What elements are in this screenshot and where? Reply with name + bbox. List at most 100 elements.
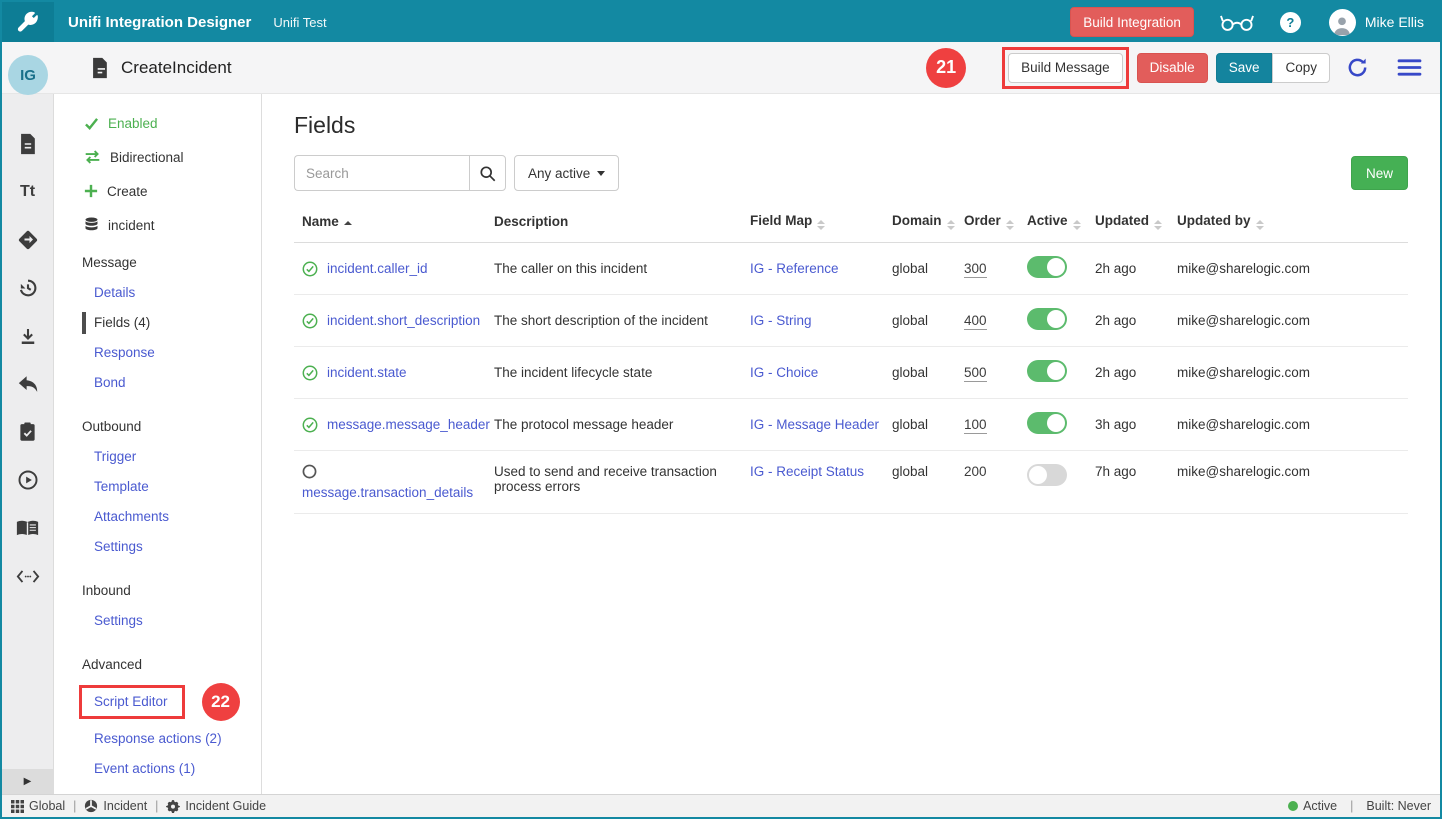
- tasks-icon[interactable]: [2, 408, 54, 456]
- environment-name: Unifi Test: [273, 15, 326, 30]
- statusbar-item-global[interactable]: Global: [11, 799, 65, 813]
- help-icon[interactable]: ?: [1280, 12, 1301, 33]
- book-icon[interactable]: [2, 504, 54, 552]
- new-button[interactable]: New: [1351, 156, 1408, 190]
- user-avatar-icon[interactable]: [1329, 9, 1356, 36]
- field-map-link[interactable]: IG - Choice: [750, 365, 818, 380]
- glasses-icon[interactable]: [1220, 13, 1254, 32]
- updated-value: 7h ago: [1095, 451, 1177, 514]
- col-header-description[interactable]: Description: [494, 201, 750, 243]
- col-header-field-map[interactable]: Field Map: [750, 201, 892, 243]
- field-name-link[interactable]: message.transaction_details: [302, 485, 473, 500]
- code-icon[interactable]: [2, 552, 54, 600]
- directions-icon[interactable]: [2, 216, 54, 264]
- nav-item-template[interactable]: Template: [54, 472, 261, 502]
- text-format-icon[interactable]: Tt: [2, 168, 54, 216]
- chevron-right-icon: ▶: [24, 776, 32, 787]
- save-button[interactable]: Save: [1216, 53, 1273, 83]
- built-status-label: Built: Never: [1366, 799, 1431, 813]
- field-map-link[interactable]: IG - String: [750, 313, 812, 328]
- statusbar-item-incident[interactable]: Incident: [84, 799, 147, 813]
- search-icon: [479, 165, 496, 182]
- table-row: incident.short_description The short des…: [294, 295, 1408, 347]
- order-value[interactable]: 500: [964, 365, 987, 382]
- active-filter-dropdown[interactable]: Any active: [514, 155, 619, 191]
- field-description: The caller on this incident: [494, 243, 750, 295]
- build-message-button[interactable]: Build Message: [1008, 53, 1123, 83]
- menu-icon[interactable]: [1397, 58, 1422, 77]
- nav-item-inbound-settings[interactable]: Settings: [54, 606, 261, 636]
- col-header-domain[interactable]: Domain: [892, 201, 964, 243]
- status-bidirectional: Bidirectional: [54, 140, 261, 174]
- updated-value: 3h ago: [1095, 399, 1177, 451]
- chevron-down-icon: [597, 171, 605, 176]
- col-header-active[interactable]: Active: [1027, 201, 1095, 243]
- order-value[interactable]: 400: [964, 313, 987, 330]
- history-icon[interactable]: [2, 264, 54, 312]
- reply-icon[interactable]: [2, 360, 54, 408]
- field-name-link[interactable]: incident.short_description: [327, 313, 480, 328]
- top-navbar: Unifi Integration Designer Unifi Test Bu…: [2, 2, 1440, 42]
- fields-table: Name Description Field Map Domain Order …: [294, 201, 1408, 514]
- field-name-link[interactable]: incident.caller_id: [327, 261, 428, 276]
- updated-by-value: mike@sharelogic.com: [1177, 243, 1408, 295]
- active-toggle[interactable]: [1027, 308, 1067, 330]
- active-toggle[interactable]: [1027, 360, 1067, 382]
- search-button[interactable]: [469, 155, 506, 191]
- active-toggle[interactable]: [1027, 256, 1067, 278]
- nav-section-advanced: Advanced: [54, 650, 261, 680]
- active-toggle[interactable]: [1027, 464, 1067, 486]
- user-name[interactable]: Mike Ellis: [1365, 14, 1424, 30]
- main-content: Fields Any active New Name D: [262, 94, 1440, 794]
- document-icon: [90, 57, 109, 79]
- field-name-link[interactable]: message.message_header: [327, 417, 490, 432]
- updated-value: 2h ago: [1095, 347, 1177, 399]
- record-toolbar: CreateIncident 21 Build Message Disable …: [2, 42, 1440, 94]
- nav-item-script-editor[interactable]: Script Editor: [94, 690, 168, 714]
- col-header-updated-by[interactable]: Updated by: [1177, 201, 1408, 243]
- search-input[interactable]: [294, 155, 469, 191]
- build-integration-button[interactable]: Build Integration: [1070, 7, 1194, 37]
- download-icon[interactable]: [2, 312, 54, 360]
- order-value[interactable]: 300: [964, 261, 987, 278]
- app-window: Unifi Integration Designer Unifi Test Bu…: [0, 0, 1442, 819]
- order-value[interactable]: 100: [964, 417, 987, 434]
- play-circle-icon[interactable]: [2, 456, 54, 504]
- check-circle-icon: [302, 261, 318, 277]
- nav-item-details[interactable]: Details: [54, 278, 261, 308]
- integration-avatar[interactable]: IG: [8, 55, 48, 95]
- refresh-icon[interactable]: [1346, 56, 1369, 79]
- nav-item-outbound-settings[interactable]: Settings: [54, 532, 261, 562]
- app-logo[interactable]: [2, 2, 54, 42]
- col-header-updated[interactable]: Updated: [1095, 201, 1177, 243]
- col-header-name[interactable]: Name: [294, 201, 494, 243]
- nav-section-outbound: Outbound: [54, 412, 261, 442]
- order-value[interactable]: 200: [964, 464, 987, 480]
- nav-item-trigger[interactable]: Trigger: [54, 442, 261, 472]
- field-map-link[interactable]: IG - Receipt Status: [750, 464, 864, 479]
- active-status-label: Active: [1303, 799, 1337, 813]
- nav-item-response[interactable]: Response: [54, 338, 261, 368]
- nav-item-response-actions[interactable]: Response actions (2): [54, 724, 261, 754]
- nav-item-event-actions[interactable]: Event actions (1): [54, 754, 261, 784]
- col-header-order[interactable]: Order: [964, 201, 1027, 243]
- document-icon[interactable]: [2, 120, 54, 168]
- updated-by-value: mike@sharelogic.com: [1177, 399, 1408, 451]
- annotation-box-script-editor: Script Editor: [79, 685, 185, 719]
- check-circle-icon: [302, 417, 318, 433]
- field-map-link[interactable]: IG - Message Header: [750, 417, 879, 432]
- disable-button[interactable]: Disable: [1137, 53, 1208, 83]
- active-toggle[interactable]: [1027, 412, 1067, 434]
- nav-item-bond[interactable]: Bond: [54, 368, 261, 398]
- nav-item-fields[interactable]: Fields (4): [54, 308, 261, 338]
- field-map-link[interactable]: IG - Reference: [750, 261, 839, 276]
- collapse-rail-button[interactable]: ▶: [2, 769, 53, 794]
- field-name-link[interactable]: incident.state: [327, 365, 407, 380]
- annotation-badge-21: 21: [926, 48, 966, 88]
- copy-button[interactable]: Copy: [1272, 53, 1330, 83]
- page-title: Fields: [294, 112, 1408, 139]
- statusbar-item-incident-guide[interactable]: Incident Guide: [166, 799, 266, 813]
- nav-item-attachments[interactable]: Attachments: [54, 502, 261, 532]
- status-create: Create: [54, 174, 261, 208]
- table-row: incident.state The incident lifecycle st…: [294, 347, 1408, 399]
